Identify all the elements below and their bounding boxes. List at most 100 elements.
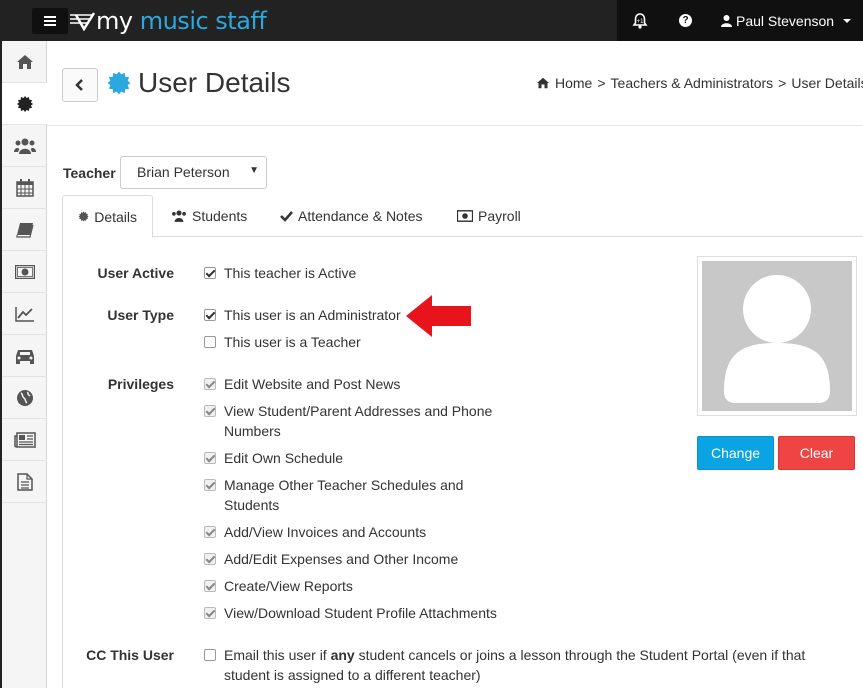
cc-user-label: CC This User — [86, 647, 174, 663]
privilege-text: Manage Other Teacher Schedules and — [224, 477, 464, 493]
chart-icon — [14, 306, 34, 322]
tab-panel-border — [62, 237, 63, 688]
bell-icon: +1 — [632, 12, 648, 29]
logo-brand: music staff — [139, 7, 267, 35]
tab-label: Details — [94, 208, 137, 225]
sidebar-item-calendar[interactable] — [2, 167, 47, 209]
caret-down-icon — [843, 18, 852, 23]
tab-bar: Details Students Attendance & Notes Payr… — [62, 195, 863, 238]
user-type-label: User Type — [107, 307, 174, 323]
users-icon — [13, 138, 36, 154]
tab-label: Students — [192, 208, 248, 224]
change-photo-button[interactable]: Change — [697, 436, 774, 470]
sidebar-item-documents[interactable] — [2, 461, 47, 503]
tab-students[interactable]: Students — [156, 195, 262, 237]
privilege-text: Add/Edit Expenses and Other Income — [224, 551, 459, 567]
teacher-checkbox[interactable] — [204, 336, 216, 348]
user-menu[interactable]: Paul Stevenson — [708, 0, 863, 41]
administrator-checkbox[interactable] — [204, 309, 216, 321]
privilege-checkbox[interactable] — [204, 378, 216, 390]
sidebar-item-settings[interactable] — [2, 83, 47, 125]
privilege-checkbox[interactable] — [204, 526, 216, 538]
home-icon — [16, 54, 33, 69]
privilege-text: View/Download Student Profile Attachment… — [224, 605, 497, 621]
clear-photo-button[interactable]: Clear — [778, 436, 855, 470]
car-icon — [15, 349, 34, 364]
gear-icon — [107, 71, 131, 95]
privilege-checkbox[interactable] — [204, 580, 216, 592]
sidebar-item-home[interactable] — [2, 41, 47, 83]
sidebar-item-book[interactable] — [2, 209, 47, 251]
money-icon — [14, 264, 35, 279]
money-icon — [457, 210, 473, 222]
user-active-text: This teacher is Active — [224, 265, 357, 281]
chevron-left-icon — [75, 79, 83, 91]
sidebar-item-users[interactable] — [2, 125, 47, 167]
gear-icon — [78, 211, 89, 222]
privilege-text: Create/View Reports — [224, 578, 353, 594]
cc-user-text-continued: student is assigned to a different teach… — [224, 667, 481, 683]
sidebar-item-billing[interactable] — [2, 251, 47, 293]
check-icon — [280, 211, 293, 222]
calendar-icon — [15, 178, 34, 197]
tab-payroll[interactable]: Payroll — [442, 195, 536, 237]
privilege-text: View Student/Parent Addresses and Phone — [224, 403, 493, 419]
globe-icon — [16, 389, 33, 406]
privilege-checkbox[interactable] — [204, 405, 216, 417]
tab-label: Attendance & Notes — [298, 208, 423, 224]
home-icon — [537, 77, 549, 89]
svg-text:+1: +1 — [637, 19, 645, 25]
user-active-label: User Active — [97, 265, 174, 281]
newspaper-icon — [13, 431, 36, 448]
cc-user-text: Email this user if any student cancels o… — [224, 647, 806, 663]
user-icon — [721, 14, 732, 27]
help-button[interactable]: ? — [663, 0, 708, 41]
privilege-text: Edit Own Schedule — [224, 450, 344, 466]
question-icon: ? — [679, 14, 692, 27]
privilege-checkbox[interactable] — [204, 452, 216, 464]
administrator-text: This user is an Administrator — [224, 307, 401, 323]
back-button[interactable] — [62, 68, 98, 102]
privileges-label: Privileges — [107, 376, 174, 392]
breadcrumb-home[interactable]: Home — [555, 75, 592, 91]
book-icon — [15, 222, 34, 238]
document-icon — [16, 472, 33, 491]
privilege-checkbox[interactable] — [204, 607, 216, 619]
user-name: Paul Stevenson — [736, 12, 835, 29]
menu-toggle-button[interactable] — [32, 8, 68, 34]
user-active-checkbox[interactable] — [204, 267, 216, 279]
privilege-text-continued: Students — [224, 497, 280, 513]
logo-staff-icon — [70, 12, 96, 31]
sidebar-item-reports[interactable] — [2, 293, 47, 335]
teacher-select-value: Brian Peterson — [137, 164, 230, 180]
tab-details[interactable]: Details — [62, 195, 153, 238]
cc-user-checkbox[interactable] — [204, 649, 216, 661]
notifications-button[interactable]: +1 — [617, 0, 663, 41]
breadcrumb-separator: > — [597, 75, 606, 91]
tab-label: Payroll — [478, 208, 521, 224]
breadcrumb-teachers[interactable]: Teachers & Administrators — [611, 75, 774, 91]
breadcrumb-separator: > — [778, 75, 787, 91]
avatar-placeholder-icon — [724, 275, 830, 403]
privilege-text: Edit Website and Post News — [224, 376, 401, 392]
privilege-text: Add/View Invoices and Accounts — [224, 524, 427, 540]
hamburger-icon — [44, 16, 56, 18]
user-photo — [697, 256, 857, 416]
breadcrumb: Home > Teachers & Administrators > User … — [536, 75, 863, 91]
teacher-select[interactable]: Brian Peterson ▼ — [120, 156, 267, 189]
breadcrumb-current: User Details — [791, 75, 863, 91]
top-navbar: my music staff +1 ? Paul Stevenson — [0, 0, 863, 41]
privilege-checkbox[interactable] — [204, 479, 216, 491]
gear-icon — [16, 95, 33, 112]
sidebar-item-news[interactable] — [2, 419, 47, 461]
privilege-checkbox[interactable] — [204, 553, 216, 565]
caret-down-icon: ▼ — [249, 165, 259, 176]
users-icon — [172, 210, 186, 222]
tab-attendance[interactable]: Attendance & Notes — [265, 195, 438, 237]
app-logo[interactable]: my music staff — [70, 6, 267, 36]
sidebar-item-mileage[interactable] — [2, 335, 47, 377]
sidebar-item-website[interactable] — [2, 377, 47, 419]
sidebar — [0, 41, 47, 688]
page-title: User Details — [138, 67, 291, 98]
logo-prefix: my — [96, 7, 140, 35]
